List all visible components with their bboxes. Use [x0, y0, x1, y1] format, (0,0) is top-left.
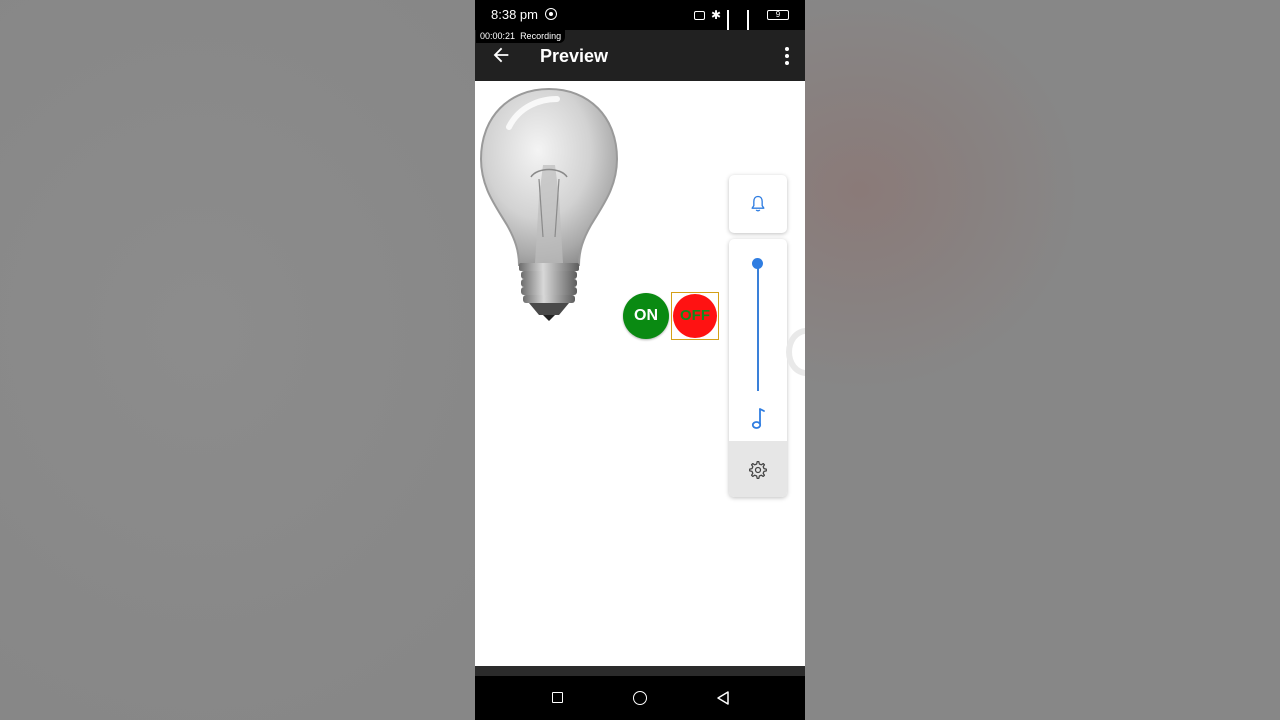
status-bar: 8:38 pm ✱ 9	[475, 0, 805, 38]
music-note-icon	[751, 408, 765, 429]
volume-slider-handle[interactable]	[752, 258, 763, 269]
gear-icon	[749, 461, 767, 479]
back-arrow-icon[interactable]	[490, 44, 512, 66]
recording-elapsed: 00:00:21	[480, 31, 516, 41]
screen-record-icon	[545, 8, 557, 20]
light-bulb-image	[479, 87, 619, 321]
page-title: Preview	[540, 46, 609, 66]
volume-slider-track[interactable]	[757, 263, 759, 391]
nav-back-icon[interactable]	[716, 690, 730, 706]
bluetooth-icon: ✱	[710, 8, 721, 22]
signal-icon	[727, 9, 741, 38]
recording-indicator: 00:00:21 Recording	[476, 30, 566, 43]
navigation-bar	[475, 666, 805, 720]
off-button[interactable]: OFF	[671, 292, 719, 340]
off-button-label: OFF	[673, 294, 717, 338]
signal-icon-2	[747, 9, 761, 38]
media-volume-panel	[729, 239, 787, 497]
recording-label: Recording	[520, 31, 562, 41]
floating-assistive-ring[interactable]	[786, 328, 805, 376]
phone-screen: 8:38 pm ✱ 9 00:00:21 Recording Preview O…	[475, 0, 805, 720]
battery-icon: 9	[767, 10, 789, 20]
more-options-icon[interactable]	[784, 47, 790, 65]
app-bar: 00:00:21 Recording Preview	[475, 30, 805, 81]
recents-icon[interactable]	[552, 692, 563, 703]
volume-settings-button[interactable]	[729, 441, 787, 497]
navigation-bar-divider	[475, 666, 805, 676]
bell-icon	[751, 195, 765, 212]
on-button[interactable]: ON	[623, 293, 669, 339]
status-icons: ✱ 9	[693, 8, 789, 38]
home-icon[interactable]	[633, 691, 647, 705]
status-time: 8:38 pm	[491, 7, 538, 22]
ringer-volume-button[interactable]	[729, 175, 787, 233]
preview-canvas: ON OFF	[475, 81, 805, 666]
cast-icon	[693, 10, 705, 20]
